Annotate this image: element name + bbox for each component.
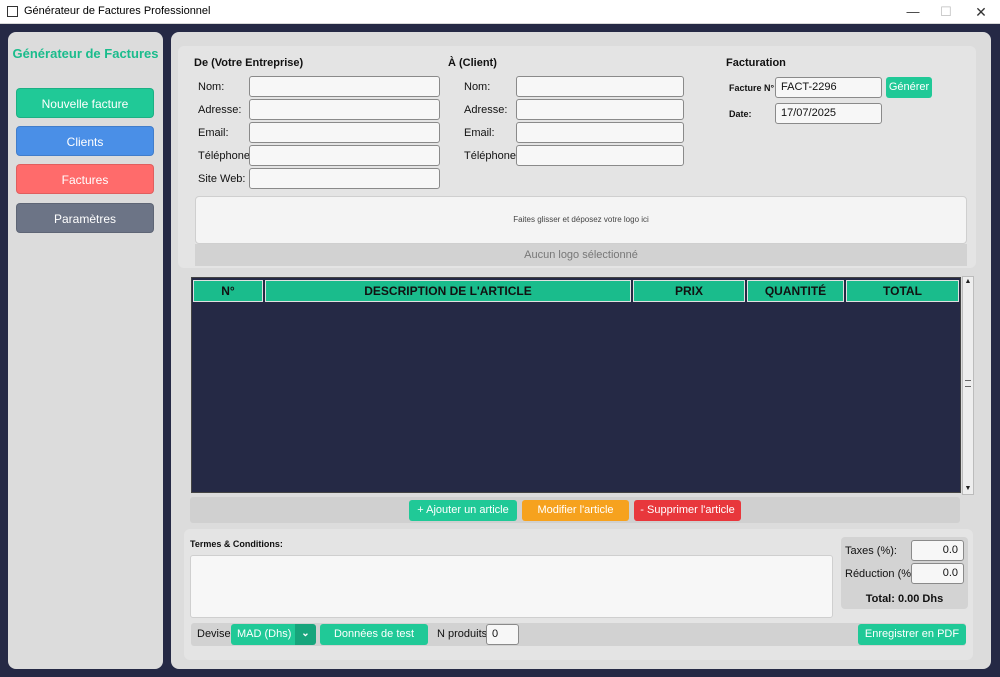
totals-box: Taxes (%): 0.0 Réduction (%): 0.0 Total:… [841, 537, 968, 609]
from-address-input[interactable] [249, 99, 440, 120]
add-item-button[interactable]: + Ajouter un article [409, 500, 517, 521]
from-email-label: Email: [198, 127, 229, 139]
table-scrollbar[interactable]: ▲ ▼ [962, 276, 974, 495]
terms-textarea[interactable] [190, 555, 833, 618]
column-header-description[interactable]: DESCRIPTION DE L'ARTICLE [265, 280, 631, 302]
invoice-number-input[interactable]: FACT-2296 [775, 77, 882, 98]
nav-clients-button[interactable]: Clients [16, 126, 154, 156]
currency-label: Devise: [197, 628, 234, 640]
products-count-label: N produits: [437, 628, 491, 640]
from-name-input[interactable] [249, 76, 440, 97]
date-label: Date: [729, 109, 752, 119]
from-email-input[interactable] [249, 122, 440, 143]
to-email-label: Email: [464, 127, 495, 139]
save-pdf-button[interactable]: Enregistrer en PDF [858, 624, 966, 645]
generate-button[interactable]: Générer [886, 77, 932, 98]
currency-select[interactable]: MAD (Dhs) [231, 624, 295, 645]
products-count-input[interactable]: 0 [486, 624, 519, 645]
scroll-down-icon[interactable]: ▼ [963, 484, 973, 494]
title-bar: Générateur de Factures Professionnel — ☐… [0, 0, 1000, 24]
tax-input[interactable]: 0.0 [911, 540, 964, 561]
close-button[interactable]: ✕ [963, 0, 999, 24]
terms-label: Termes & Conditions: [190, 539, 283, 549]
to-section-title: À (Client) [448, 57, 497, 69]
date-input[interactable]: 17/07/2025 [775, 103, 882, 124]
main-panel: De (Votre Entreprise) Nom: Adresse: Emai… [171, 32, 991, 669]
to-address-label: Adresse: [464, 104, 508, 116]
sidebar-title: Générateur de Factures [12, 46, 159, 61]
edit-item-button[interactable]: Modifier l'article [522, 500, 629, 521]
logo-drop-zone[interactable]: Faites glisser et déposez votre logo ici [195, 196, 967, 244]
column-header-number[interactable]: N° [193, 280, 263, 302]
window-title: Générateur de Factures Professionnel [24, 5, 211, 17]
footer-toolbar: Devise: MAD (Dhs) ⌄ Données de test N pr… [191, 623, 966, 646]
nav-invoices-button[interactable]: Factures [16, 164, 154, 194]
to-address-input[interactable] [516, 99, 684, 120]
billing-section-title: Facturation [726, 57, 786, 69]
from-website-label: Site Web: [198, 173, 246, 185]
from-section-title: De (Votre Entreprise) [194, 57, 304, 69]
tax-label: Taxes (%): [845, 545, 897, 557]
from-phone-label: Téléphone: [198, 150, 254, 162]
delete-item-button[interactable]: - Supprimer l'article [634, 500, 741, 521]
test-data-button[interactable]: Données de test [320, 624, 428, 645]
nav-new-invoice-button[interactable]: Nouvelle facture [16, 88, 154, 118]
column-header-price[interactable]: PRIX [633, 280, 745, 302]
to-name-input[interactable] [516, 76, 684, 97]
nav-settings-button[interactable]: Paramètres [16, 203, 154, 233]
from-address-label: Adresse: [198, 104, 242, 116]
from-name-label: Nom: [198, 81, 225, 93]
to-phone-input[interactable] [516, 145, 684, 166]
column-header-total[interactable]: TOTAL [846, 280, 959, 302]
minimize-button[interactable]: — [895, 0, 931, 24]
from-phone-input[interactable] [249, 145, 440, 166]
to-phone-label: Téléphone: [464, 150, 520, 162]
to-email-input[interactable] [516, 122, 684, 143]
invoice-number-label: Facture N°: [729, 83, 778, 93]
sidebar: Générateur de Factures Nouvelle facture … [8, 32, 163, 669]
item-actions-bar: + Ajouter un article Modifier l'article … [190, 497, 960, 523]
chevron-down-icon[interactable]: ⌄ [295, 624, 316, 645]
discount-input[interactable]: 0.0 [911, 563, 964, 584]
to-name-label: Nom: [464, 81, 491, 93]
maximize-button[interactable]: ☐ [928, 0, 964, 24]
invoice-header-panel: De (Votre Entreprise) Nom: Adresse: Emai… [178, 46, 976, 268]
scroll-grip-icon[interactable] [965, 380, 971, 387]
column-header-quantity[interactable]: QUANTITÉ [747, 280, 844, 302]
total-amount: Total: 0.00 Dhs [865, 593, 944, 605]
from-website-input[interactable] [249, 168, 440, 189]
scroll-up-icon[interactable]: ▲ [963, 277, 973, 287]
logo-status: Aucun logo sélectionné [195, 244, 967, 266]
items-table[interactable]: N° DESCRIPTION DE L'ARTICLE PRIX QUANTIT… [191, 277, 961, 493]
discount-label: Réduction (%): [845, 568, 918, 580]
app-icon [7, 6, 18, 17]
footer-panel: Termes & Conditions: Taxes (%): 0.0 Rédu… [184, 529, 973, 660]
